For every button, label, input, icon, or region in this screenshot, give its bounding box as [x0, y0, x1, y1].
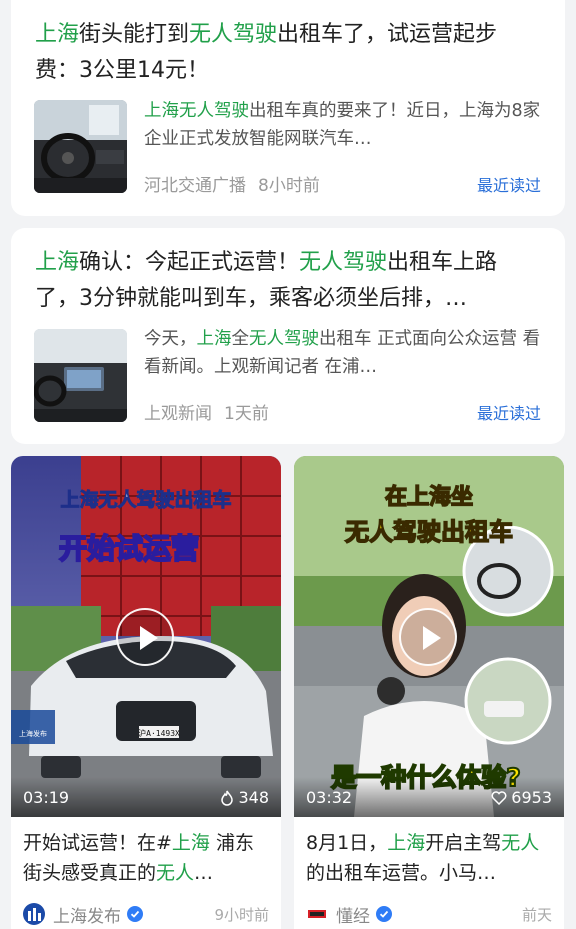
article-source[interactable]: 上观新闻: [144, 404, 212, 424]
article-source[interactable]: 河北交通广播: [144, 176, 246, 196]
video-likes: 6953: [491, 788, 552, 807]
video-duration: 03:32: [306, 788, 353, 807]
text-segment: 街头能打到: [79, 22, 190, 47]
video-title[interactable]: 开始试运营！在#上海 浦东街头感受真正的无人…: [23, 828, 271, 888]
heart-icon: [491, 790, 507, 805]
recently-read-label: 最近读过: [476, 176, 541, 195]
verified-icon: [376, 906, 392, 922]
text-segment: 今天，: [144, 329, 197, 349]
article-title[interactable]: 上海街头能打到无人驾驶出租车了，试运营起步费：3公里14元！: [35, 17, 541, 89]
article-meta: 上观新闻 1天前: [144, 399, 269, 424]
article-thumbnail[interactable]: [34, 329, 127, 422]
verified-icon: [127, 906, 143, 922]
svg-text:上海无人驾驶出租车: 上海无人驾驶出租车: [60, 488, 231, 511]
svg-text:沪A·1493X: 沪A·1493X: [138, 728, 180, 738]
keyword-highlight: 无人驾驶: [299, 250, 388, 275]
article-time: 1天前: [224, 404, 269, 424]
keyword-highlight: 无人: [501, 832, 540, 854]
recently-read-label: 最近读过: [476, 404, 541, 423]
keyword-highlight: 无人: [156, 862, 195, 884]
text-segment: 确认：今起正式运营！: [79, 250, 300, 275]
keyword-highlight: 无人驾驶: [249, 329, 319, 349]
svg-text:在上海坐: 在上海坐: [385, 484, 473, 510]
keyword-highlight: 上海无人驾驶: [144, 101, 249, 121]
text-segment: 开始试运营！在#: [23, 832, 172, 854]
article-summary: 今天，上海全无人驾驶出租车 正式面向公众运营 看看新闻。上观新闻记者 在浦…: [144, 325, 547, 381]
video-thumbnail[interactable]: 在上海坐 无人驾驶出租车 是一种什么体验? 03:32 6953: [294, 456, 564, 817]
keyword-highlight: 上海: [196, 329, 232, 349]
video-author[interactable]: 懂经: [336, 902, 370, 927]
video-author[interactable]: 上海发布: [53, 902, 121, 927]
keyword-highlight: 无人驾驶: [189, 22, 278, 47]
article-title[interactable]: 上海确认：今起正式运营！无人驾驶出租车上路了，3分钟就能叫到车，乘客必须坐后排，…: [35, 245, 541, 317]
video-card[interactable]: 沪A·1493X 上海发布 上海无人驾驶出租车 开始试运营 03:19 348 …: [11, 456, 281, 929]
article-summary: 上海无人驾驶出租车真的要来了！近日，上海为8家企业正式发放智能网联汽车…: [144, 97, 547, 153]
text-segment: 全: [231, 329, 250, 349]
video-title[interactable]: 8月1日，上海开启主驾无人的出租车运营。小马…: [306, 828, 554, 888]
text-segment: 8月1日，: [306, 832, 388, 854]
play-icon[interactable]: [399, 608, 457, 666]
news-card[interactable]: 上海确认：今起正式运营！无人驾驶出租车上路了，3分钟就能叫到车，乘客必须坐后排，…: [11, 228, 565, 444]
video-likes: 348: [220, 788, 269, 807]
keyword-highlight: 上海: [387, 832, 426, 854]
news-card[interactable]: 上海街头能打到无人驾驶出租车了，试运营起步费：3公里14元！ 上海无人驾驶出租车…: [11, 0, 565, 216]
text-segment: …: [194, 862, 214, 884]
play-icon[interactable]: [116, 608, 174, 666]
keyword-highlight: 上海: [35, 250, 80, 275]
avatar[interactable]: [306, 903, 328, 925]
article-thumbnail[interactable]: [34, 100, 127, 193]
fire-icon: [221, 790, 234, 806]
video-time: 前天: [521, 905, 552, 924]
text-segment: 开启主驾: [425, 832, 502, 854]
text-segment: 的出租车运营。小马…: [306, 862, 497, 884]
video-time: 9小时前: [214, 905, 269, 924]
video-duration: 03:19: [23, 788, 70, 807]
keyword-highlight: 上海: [171, 832, 210, 854]
keyword-highlight: 上海: [35, 22, 80, 47]
svg-text:无人驾驶出租车: 无人驾驶出租车: [345, 518, 513, 546]
avatar[interactable]: [23, 903, 45, 925]
svg-text:开始试运营: 开始试运营: [59, 532, 199, 565]
video-thumbnail[interactable]: 沪A·1493X 上海发布 上海无人驾驶出租车 开始试运营 03:19 348: [11, 456, 281, 817]
video-meta: 懂经 前天: [306, 902, 552, 927]
svg-text:上海发布: 上海发布: [19, 729, 47, 738]
video-meta: 上海发布 9小时前: [23, 902, 269, 927]
article-time: 8小时前: [258, 176, 320, 196]
video-card[interactable]: 在上海坐 无人驾驶出租车 是一种什么体验? 03:32 6953 8月1日，上海…: [294, 456, 564, 929]
article-meta: 河北交通广播 8小时前: [144, 171, 320, 196]
